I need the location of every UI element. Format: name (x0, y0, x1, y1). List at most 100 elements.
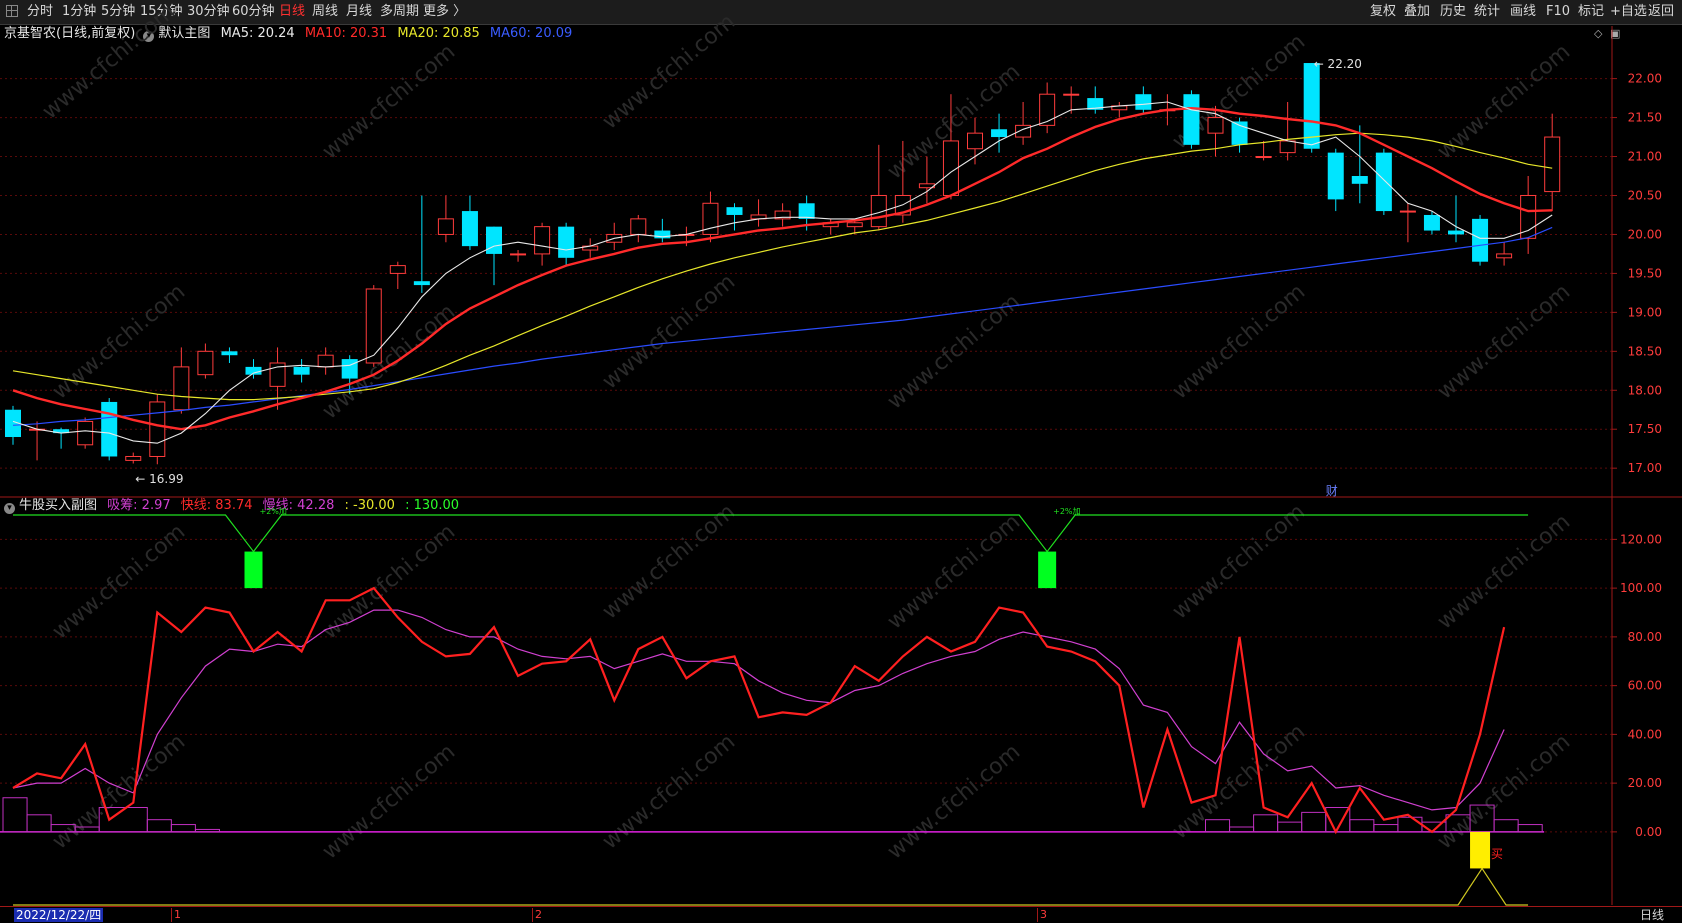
sub-tick-label: 60.00 (1628, 679, 1662, 693)
candle-body (1207, 117, 1224, 134)
month-tick: 3 (1037, 908, 1047, 922)
price-axis: 22.00 21.50 21.00 20.50 20.00 19.50 19.00 18.50… (0, 26, 1682, 905)
time-axis: 2022/12/22/四 日线 1 2 3 (0, 906, 1682, 923)
watermark-text: www.cfchi.com (48, 729, 190, 854)
green-signal-bar (1038, 551, 1057, 589)
sub-tick-label: 120.00 (1620, 532, 1662, 546)
watermark-text: www.cfchi.com (1168, 279, 1310, 404)
main-tick-label: 20.00 (1628, 227, 1662, 241)
xichou-box (170, 824, 196, 833)
main-tick-label: 19.00 (1628, 305, 1662, 319)
watermark-text: www.cfchi.com (883, 289, 1025, 414)
candle-body (1423, 214, 1440, 231)
candle-body (437, 218, 454, 235)
xichou-box (1349, 819, 1375, 833)
month-tick: 1 (171, 908, 181, 922)
xichou-box (1253, 814, 1279, 833)
main-tick-label: 17.00 (1628, 461, 1662, 475)
watermark-text: www.cfchi.com (1168, 719, 1310, 844)
watermark-text: www.cfchi.com (883, 509, 1025, 634)
line-minus30 (13, 867, 1529, 906)
candle-body (1472, 218, 1489, 262)
sub-tick-label: 40.00 (1628, 727, 1662, 741)
candle-body (101, 401, 118, 457)
buy-signal-bar (1470, 831, 1491, 869)
sub-tick-label: 100.00 (1620, 581, 1662, 595)
candle-body (413, 281, 430, 286)
candle-body (1399, 210, 1416, 213)
candle-body (1448, 230, 1464, 235)
candle-body (991, 129, 1008, 138)
watermark-text: www.cfchi.com (1433, 509, 1575, 634)
watermark-text: www.cfchi.com (1433, 279, 1575, 404)
candle-body (967, 132, 983, 150)
watermark-text: www.cfchi.com (1168, 499, 1310, 624)
candle-body (846, 222, 863, 228)
ma5-line (12, 101, 1553, 444)
xichou-box (1277, 821, 1303, 833)
watermark-text: www.cfchi.com (48, 279, 190, 404)
candle-body (1544, 136, 1561, 193)
candle-body (726, 207, 743, 215)
xichou-box (1493, 819, 1519, 833)
xichou-box (1517, 824, 1543, 833)
candle-body (1351, 176, 1368, 184)
main-tick-label: 20.50 (1628, 188, 1662, 202)
green-signal-bar (244, 551, 263, 589)
xichou-box (26, 814, 52, 833)
candle-body (1183, 94, 1200, 145)
candle-body (125, 455, 142, 461)
green-signal-tag: +2%加 (1053, 506, 1080, 516)
sub-tick-label: 80.00 (1628, 630, 1662, 644)
slow-line (12, 609, 1505, 811)
watermark-text: www.cfchi.com (318, 739, 460, 864)
candle-body (1279, 140, 1296, 154)
candle-body (1063, 93, 1080, 96)
watermark-text: www.cfchi.com (38, 0, 180, 125)
candle-body (1255, 156, 1272, 159)
main-tick-label: 21.50 (1628, 111, 1662, 125)
chart-canvas[interactable]: www.cfchi.com www.cfchi.com www.cfchi.com w… (0, 0, 1682, 922)
main-tick-label: 17.50 (1628, 422, 1662, 436)
candle-body (1375, 152, 1392, 212)
price-annotation: ← 22.20 (1314, 57, 1362, 71)
sub-indicator-chart[interactable]: +2%加 +2%加买 (0, 506, 1545, 906)
candle-body (1303, 63, 1320, 149)
period-label[interactable]: 日线 (1640, 908, 1664, 922)
candle-body (461, 211, 478, 247)
candle-body (77, 420, 94, 446)
candle-body (558, 226, 575, 258)
main-tick-label: 22.00 (1628, 72, 1662, 86)
candle-body (798, 203, 815, 219)
xichou-box (146, 819, 172, 833)
cursor-date: 2022/12/22/四 (14, 908, 104, 922)
candle-body (534, 226, 551, 255)
grid-lines (0, 78, 1612, 833)
xichou-box (194, 828, 220, 833)
watermark-text: www.cfchi.com (598, 9, 740, 134)
candle-body (1496, 253, 1513, 259)
sub-tick-label: 0.00 (1635, 825, 1662, 839)
xichou-box (1301, 811, 1327, 833)
month-tick: 2 (532, 908, 542, 922)
watermark-text: www.cfchi.com (598, 729, 740, 854)
ma60-line (12, 226, 1553, 426)
candle-body (197, 350, 214, 376)
candle-body (630, 218, 647, 235)
main-candlestick-chart[interactable]: ← 16.99 ← 22.20 财 (5, 57, 1561, 498)
candle-body (365, 288, 382, 364)
xichou-box (1373, 824, 1399, 833)
watermark-text: www.cfchi.com (598, 269, 740, 394)
candle-body (341, 359, 358, 379)
finance-marker: 财 (1326, 484, 1338, 498)
watermark-text: www.cfchi.com (883, 739, 1025, 864)
candle-body (1135, 94, 1152, 110)
watermark-text: www.cfchi.com (598, 499, 740, 624)
candle-body (1327, 152, 1344, 200)
candle-body (1039, 93, 1056, 126)
candle-body (510, 253, 527, 256)
candle-body (173, 366, 190, 411)
sub-tick-label: 20.00 (1628, 776, 1662, 790)
main-tick-label: 18.50 (1628, 344, 1662, 358)
watermark-text: www.cfchi.com (318, 39, 460, 164)
